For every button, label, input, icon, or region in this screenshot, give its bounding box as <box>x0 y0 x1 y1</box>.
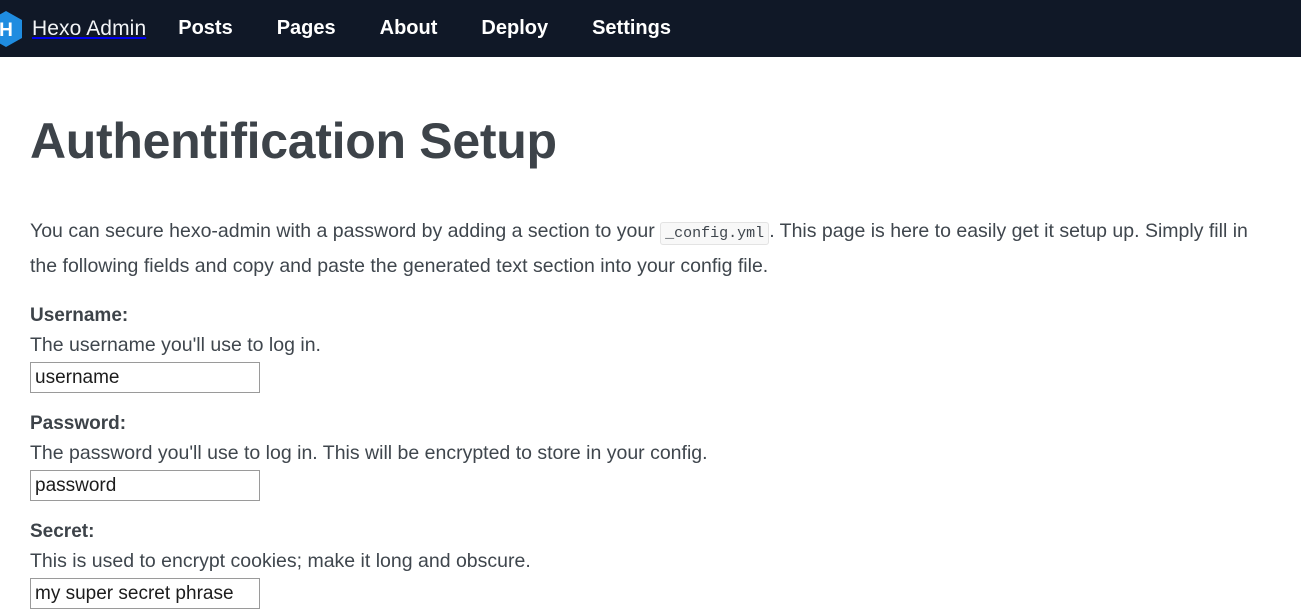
form-group-password: Password: The password you'll use to log… <box>30 413 1271 501</box>
top-navbar: H Hexo Admin Posts Pages About Deploy Se… <box>0 0 1301 57</box>
nav-item-settings[interactable]: Settings <box>570 0 693 57</box>
nav-link-posts[interactable]: Posts <box>156 0 254 57</box>
nav-link-settings[interactable]: Settings <box>570 0 693 57</box>
secret-input[interactable] <box>30 578 260 609</box>
intro-paragraph: You can secure hexo-admin with a passwor… <box>30 215 1271 283</box>
secret-label: Secret: <box>30 521 95 542</box>
password-label: Password: <box>30 413 127 434</box>
form-group-username: Username: The username you'll use to log… <box>30 305 1271 393</box>
svg-text:H: H <box>0 20 13 41</box>
hexo-hexagon-logo-icon: H <box>0 10 22 47</box>
brand-title: Hexo Admin <box>32 16 147 40</box>
config-file-code: _config.yml <box>660 222 770 245</box>
password-help-text: The password you'll use to log in. This … <box>30 442 708 464</box>
brand-home-link[interactable]: H Hexo Admin <box>0 10 156 47</box>
page-title: Authentification Setup <box>30 113 557 169</box>
nav-link-about[interactable]: About <box>358 0 460 57</box>
form-group-secret: Secret: This is used to encrypt cookies;… <box>30 521 1271 609</box>
username-label: Username: <box>30 305 129 326</box>
nav-link-deploy[interactable]: Deploy <box>459 0 570 57</box>
nav-item-deploy[interactable]: Deploy <box>459 0 570 57</box>
username-input[interactable] <box>30 362 260 393</box>
nav-item-about[interactable]: About <box>358 0 460 57</box>
password-input[interactable] <box>30 470 260 501</box>
intro-text-part1: You can secure hexo-admin with a passwor… <box>30 220 661 242</box>
secret-help-text: This is used to encrypt cookies; make it… <box>30 550 531 572</box>
nav-item-pages[interactable]: Pages <box>255 0 358 57</box>
username-help-text: The username you'll use to log in. <box>30 334 321 356</box>
nav-link-pages[interactable]: Pages <box>255 0 358 57</box>
page-content: Authentification Setup You can secure he… <box>0 114 1301 609</box>
navbar-links: Posts Pages About Deploy Settings <box>156 0 693 57</box>
nav-item-posts[interactable]: Posts <box>156 0 254 57</box>
